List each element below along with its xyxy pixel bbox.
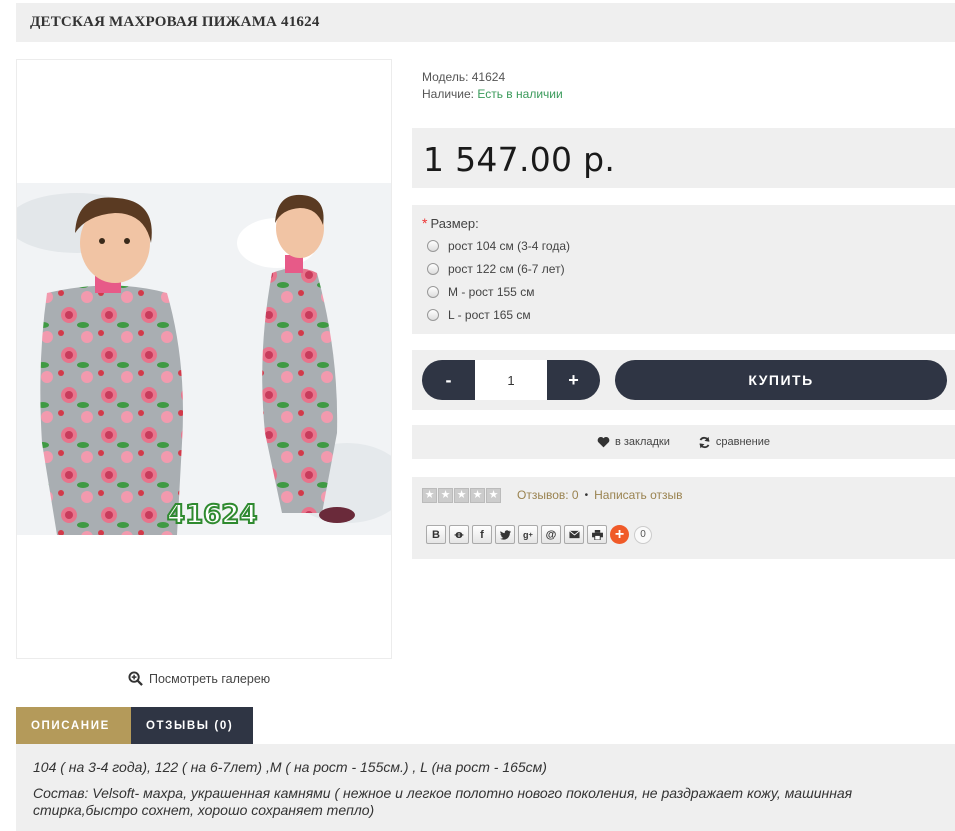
wishlist-label: в закладки: [614, 436, 670, 448]
size-option-104[interactable]: рост 104 см (3-4 года): [422, 234, 945, 257]
quantity-stepper: - +: [422, 360, 600, 400]
star-icon: ★: [438, 488, 453, 503]
quantity-input[interactable]: [475, 360, 547, 400]
required-mark: *: [422, 215, 428, 231]
product-photo[interactable]: 41624: [17, 183, 391, 535]
mail-ru-share-icon[interactable]: @: [541, 525, 561, 544]
star-icon: ★: [470, 488, 485, 503]
star-icon: ★: [422, 488, 437, 503]
model-row: Модель: 41624: [422, 69, 945, 86]
radio-button[interactable]: [427, 285, 439, 298]
wishlist-link[interactable]: в закладки: [597, 436, 670, 448]
star-icon: ★: [486, 488, 501, 503]
availability-row: Наличие: Есть в наличии: [422, 86, 945, 103]
size-option-label: M - рост 155 см: [448, 284, 535, 299]
separator: •: [584, 489, 589, 501]
heart-icon: [597, 436, 610, 448]
buy-button[interactable]: КУПИТЬ: [615, 360, 947, 400]
print-icon[interactable]: [587, 525, 607, 544]
quantity-increase-button[interactable]: +: [547, 360, 600, 400]
facebook-share-icon[interactable]: f: [472, 525, 492, 544]
size-option-l[interactable]: L - рост 165 см: [422, 303, 945, 326]
reviews-panel: ★ ★ ★ ★ ★ Отзывов: 0 • Написать отзыв B …: [412, 477, 955, 559]
availability-label: Наличие:: [422, 87, 475, 101]
photo-code-label: 41624: [167, 500, 257, 530]
more-share-icon[interactable]: +: [610, 525, 629, 544]
size-label: Размер:: [430, 216, 479, 231]
model-label: Модель:: [422, 70, 469, 84]
description-composition: Состав: Velsoft- махра, украшенная камня…: [33, 785, 853, 818]
write-review-link[interactable]: Написать отзыв: [594, 488, 682, 502]
radio-button[interactable]: [427, 308, 439, 321]
purchase-panel: - + КУПИТЬ: [412, 350, 955, 410]
view-gallery-link[interactable]: Посмотреть галерею: [128, 671, 270, 686]
refresh-icon: [699, 436, 710, 448]
size-option-label: рост 104 см (3-4 года): [448, 238, 570, 253]
price-panel: 1 547.00 р.: [412, 128, 955, 188]
compare-label: сравнение: [715, 436, 771, 448]
odnoklassniki-share-icon[interactable]: ꝋ: [449, 525, 469, 544]
product-price: 1 547.00 р.: [423, 140, 616, 179]
radio-button[interactable]: [427, 262, 439, 275]
zoom-in-icon: [128, 671, 143, 686]
product-title: ДЕТСКАЯ МАХРОВАЯ ПИЖАМА 41624: [16, 3, 955, 42]
quantity-decrease-button[interactable]: -: [422, 360, 475, 400]
size-options: * Размер: рост 104 см (3-4 года) рост 122…: [412, 205, 955, 334]
radio-button[interactable]: [427, 239, 439, 252]
share-count: 0: [634, 525, 652, 544]
product-tabs: ОПИСАНИЕ ОТЗЫВЫ (0): [16, 707, 253, 744]
rating-stars: ★ ★ ★ ★ ★: [422, 488, 501, 503]
size-option-label: рост 122 см (6-7 лет): [448, 261, 565, 276]
size-option-m[interactable]: M - рост 155 см: [422, 280, 945, 303]
reviews-count-link[interactable]: Отзывов: 0: [517, 488, 579, 502]
tab-description[interactable]: ОПИСАНИЕ: [16, 707, 131, 744]
product-photo-illustration: 41624: [17, 183, 391, 535]
description-sizes: 104 ( на 3-4 года), 122 ( на 6-7лет) ,M …: [33, 759, 547, 775]
view-gallery-label: Посмотреть галерею: [149, 671, 271, 686]
twitter-share-icon[interactable]: [495, 525, 515, 544]
vk-share-icon[interactable]: B: [426, 525, 446, 544]
compare-link[interactable]: сравнение: [698, 436, 770, 449]
email-share-icon[interactable]: [564, 525, 584, 544]
tab-reviews[interactable]: ОТЗЫВЫ (0): [131, 707, 253, 744]
description-panel: 104 ( на 3-4 года), 122 ( на 6-7лет) ,M …: [16, 744, 955, 831]
review-links: Отзывов: 0 • Написать отзыв: [517, 488, 683, 502]
size-option-122[interactable]: рост 122 см (6-7 лет): [422, 257, 945, 280]
product-info: Модель: 41624 Наличие: Есть в наличии: [412, 60, 955, 110]
product-image-box[interactable]: 41624: [16, 59, 392, 659]
model-value: 41624: [471, 70, 506, 84]
availability-value: Есть в наличии: [477, 87, 563, 101]
google-plus-share-icon[interactable]: g +: [518, 525, 538, 544]
product-actions: в закладки сравнение: [412, 425, 955, 459]
share-buttons: B ꝋ f g + @ + 0: [426, 525, 652, 544]
size-label-row: * Размер:: [422, 215, 945, 231]
size-option-label: L - рост 165 см: [448, 307, 531, 322]
star-icon: ★: [454, 488, 469, 503]
